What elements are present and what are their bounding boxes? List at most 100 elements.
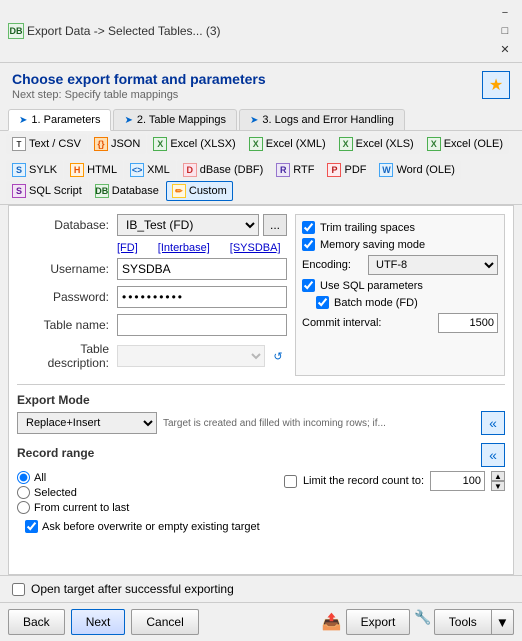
tab-table-mappings[interactable]: ➤ 2. Table Mappings	[113, 109, 236, 130]
format-sql-script[interactable]: S SQL Script	[6, 181, 88, 201]
export-button[interactable]: Export	[346, 609, 411, 635]
limit-spin-down[interactable]: ▼	[491, 481, 505, 491]
table-description-select[interactable]	[117, 345, 265, 367]
export-mode-select[interactable]: Replace+Insert Insert Update Delete	[17, 412, 157, 434]
radio-from-current[interactable]	[17, 501, 30, 514]
format-excel-xml[interactable]: X Excel (XML)	[243, 134, 332, 154]
db-link-fd[interactable]: [FD]	[117, 242, 138, 254]
format-word-ole[interactable]: W Word (OLE)	[373, 160, 460, 180]
table-description-reset-button[interactable]: ↺	[269, 347, 287, 365]
table-description-row: Table description: ↺	[17, 342, 287, 370]
password-label: Password:	[17, 290, 117, 304]
tools-group: 🔧 Tools ▼	[414, 609, 514, 635]
radio-all[interactable]	[17, 471, 30, 484]
content-area: Database: IB_Test (FD) ... [FD] [Interba…	[8, 205, 514, 575]
username-label: Username:	[17, 262, 117, 276]
format-custom[interactable]: ✏ Custom	[166, 181, 233, 201]
trim-trailing-spaces-checkbox[interactable]	[302, 221, 315, 234]
format-text-csv[interactable]: T Text / CSV	[6, 134, 87, 154]
export-mode-collapse-button[interactable]: «	[481, 411, 505, 435]
tab-arrow-icon-3: ➤	[250, 115, 258, 126]
format-json[interactable]: {} JSON	[88, 134, 146, 154]
xml-icon: <>	[130, 163, 144, 177]
star-button[interactable]: ★	[482, 71, 510, 99]
tab-arrow-icon: ➤	[19, 115, 27, 126]
maximize-button[interactable]: □	[496, 22, 514, 40]
radio-from-current-label: From current to last	[34, 502, 129, 514]
format-excel-xlsx[interactable]: X Excel (XLSX)	[147, 134, 241, 154]
ask-overwrite-checkbox[interactable]	[25, 520, 38, 533]
minimize-button[interactable]: −	[496, 4, 514, 22]
limit-checkbox[interactable]	[284, 475, 297, 488]
table-name-label: Table name:	[17, 318, 117, 332]
format-excel-ole[interactable]: X Excel (OLE)	[421, 134, 509, 154]
cancel-button[interactable]: Cancel	[131, 609, 198, 635]
radio-selected-label: Selected	[34, 487, 77, 499]
database-row: Database: IB_Test (FD) ...	[17, 214, 287, 236]
close-button[interactable]: ✕	[496, 40, 514, 58]
title-bar: DB Export Data -> Selected Tables... (3)…	[0, 0, 522, 63]
back-button[interactable]: Back	[8, 609, 65, 635]
open-after-export-checkbox[interactable]	[12, 583, 25, 596]
word-ole-icon: W	[379, 163, 393, 177]
next-button[interactable]: Next	[71, 609, 126, 635]
tab-parameters[interactable]: ➤ 1. Parameters	[8, 109, 111, 131]
record-range-bottom: All Selected From current to last Limit …	[17, 471, 505, 514]
record-range-section: Record range « All Selected From current…	[17, 443, 505, 514]
username-input[interactable]	[117, 258, 287, 280]
password-input[interactable]	[117, 286, 287, 308]
tabs-bar: ➤ 1. Parameters ➤ 2. Table Mappings ➤ 3.…	[0, 105, 522, 131]
header-section: Choose export format and parameters Next…	[0, 63, 522, 105]
record-range-header: Record range «	[17, 443, 505, 467]
format-database[interactable]: DB Database	[89, 181, 165, 201]
memory-saving-row: Memory saving mode	[302, 238, 498, 251]
tab-logs[interactable]: ➤ 3. Logs and Error Handling	[239, 109, 405, 130]
sql-script-icon: S	[12, 184, 26, 198]
export-mode-hint: Target is created and filled with incomi…	[163, 418, 475, 429]
table-name-input[interactable]	[117, 314, 287, 336]
database-select[interactable]: IB_Test (FD)	[117, 214, 259, 236]
right-panel: Trim trailing spaces Memory saving mode …	[295, 214, 505, 376]
limit-input[interactable]	[430, 471, 485, 491]
format-pdf[interactable]: P PDF	[321, 160, 372, 180]
db-link-sysdba[interactable]: [SYSDBA]	[230, 242, 281, 254]
commit-interval-input[interactable]	[438, 313, 498, 333]
format-xml[interactable]: <> XML	[124, 160, 176, 180]
tab-parameters-label: 1. Parameters	[31, 114, 100, 126]
memory-saving-label: Memory saving mode	[320, 239, 425, 251]
format-html[interactable]: H HTML	[64, 160, 123, 180]
trim-trailing-spaces-row: Trim trailing spaces	[302, 221, 498, 234]
app-icon: DB	[8, 23, 24, 39]
limit-label: Limit the record count to:	[303, 475, 424, 487]
html-icon: H	[70, 163, 84, 177]
radio-selected[interactable]	[17, 486, 30, 499]
format-sylk[interactable]: S SYLK	[6, 160, 63, 180]
tab-table-mappings-label: 2. Table Mappings	[137, 114, 226, 126]
footer-right: 📤 Export 🔧 Tools ▼	[322, 609, 514, 635]
database-ellipsis-button[interactable]: ...	[263, 214, 287, 236]
batch-mode-checkbox[interactable]	[316, 296, 329, 309]
radio-all-label: All	[34, 472, 46, 484]
format-rtf[interactable]: R RTF	[270, 160, 320, 180]
tools-dropdown-button[interactable]: ▼	[492, 609, 514, 635]
format-dbase[interactable]: D dBase (DBF)	[177, 160, 270, 180]
radio-group: All Selected From current to last	[17, 471, 129, 514]
export-mode-row: Replace+Insert Insert Update Delete Targ…	[17, 411, 505, 435]
memory-saving-checkbox[interactable]	[302, 238, 315, 251]
encoding-select[interactable]: UTF-8 UTF-16 ASCII	[368, 255, 498, 275]
page-subtitle: Next step: Specify table mappings	[12, 89, 266, 101]
use-sql-params-checkbox[interactable]	[302, 279, 315, 292]
limit-spin-up[interactable]: ▲	[491, 471, 505, 481]
format-excel-xls[interactable]: X Excel (XLS)	[333, 134, 420, 154]
record-range-collapse-button[interactable]: «	[481, 443, 505, 467]
tools-button[interactable]: Tools	[434, 609, 492, 635]
limit-spinners: ▲ ▼	[491, 471, 505, 491]
encoding-label: Encoding:	[302, 259, 362, 271]
commit-interval-row: Commit interval:	[302, 313, 498, 333]
batch-mode-row: Batch mode (FD)	[316, 296, 498, 309]
db-link-interbase[interactable]: [Interbase]	[158, 242, 210, 254]
excel-xml-icon: X	[249, 137, 263, 151]
format-bar: T Text / CSV {} JSON X Excel (XLSX) X Ex…	[0, 131, 522, 205]
dbase-icon: D	[183, 163, 197, 177]
open-after-export-row: Open target after successful exporting	[0, 575, 522, 602]
